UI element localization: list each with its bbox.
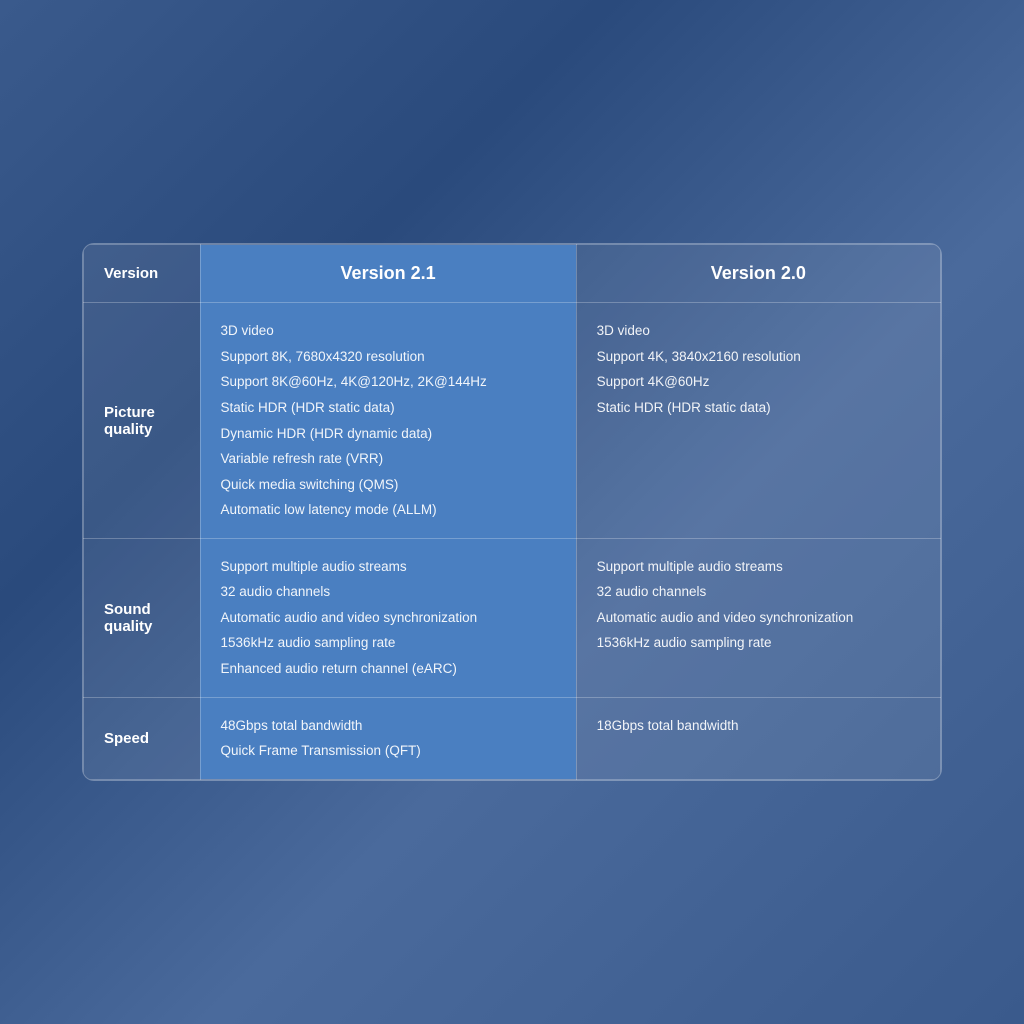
row-v21-2: 48Gbps total bandwidth Quick Frame Transm… xyxy=(200,697,576,779)
header-version-21: Version 2.1 xyxy=(200,245,576,303)
list-item: Automatic low latency mode (ALLM) xyxy=(221,500,556,520)
list-item: Support multiple audio streams xyxy=(221,557,556,577)
row-label-0: Picture quality xyxy=(84,303,201,539)
list-item: Automatic audio and video synchronizatio… xyxy=(221,608,556,628)
list-item: Support 4K, 3840x2160 resolution xyxy=(597,347,920,367)
row-v21-0: 3D video Support 8K, 7680x4320 resolution… xyxy=(200,303,576,539)
list-item: Static HDR (HDR static data) xyxy=(597,398,920,418)
row-label-2: Speed xyxy=(84,697,201,779)
list-item: 1536kHz audio sampling rate xyxy=(597,633,920,653)
header-version-label: Version xyxy=(84,245,201,303)
list-item: Automatic audio and video synchronizatio… xyxy=(597,608,920,628)
row-v20-2: 18Gbps total bandwidth xyxy=(576,697,940,779)
list-item: Quick Frame Transmission (QFT) xyxy=(221,741,556,761)
list-item: Support 4K@60Hz xyxy=(597,372,920,392)
comparison-table: Version Version 2.1 Version 2.0 Picture … xyxy=(83,244,941,779)
list-item: Enhanced audio return channel (eARC) xyxy=(221,659,556,679)
header-version-20: Version 2.0 xyxy=(576,245,940,303)
list-item: 3D video xyxy=(597,321,920,341)
list-item: 48Gbps total bandwidth xyxy=(221,716,556,736)
list-item: 1536kHz audio sampling rate xyxy=(221,633,556,653)
list-item: 32 audio channels xyxy=(597,582,920,602)
comparison-table-wrapper: Version Version 2.1 Version 2.0 Picture … xyxy=(82,243,942,780)
row-v21-1: Support multiple audio streams 32 audio c… xyxy=(200,538,576,697)
list-item: 18Gbps total bandwidth xyxy=(597,716,920,736)
list-item: Dynamic HDR (HDR dynamic data) xyxy=(221,424,556,444)
list-item: Quick media switching (QMS) xyxy=(221,475,556,495)
list-item: Support 8K, 7680x4320 resolution xyxy=(221,347,556,367)
row-label-1: Sound quality xyxy=(84,538,201,697)
row-v20-0: 3D video Support 4K, 3840x2160 resolution… xyxy=(576,303,940,539)
row-v20-1: Support multiple audio streams 32 audio c… xyxy=(576,538,940,697)
list-item: Variable refresh rate (VRR) xyxy=(221,449,556,469)
list-item: Support 8K@60Hz, 4K@120Hz, 2K@144Hz xyxy=(221,372,556,392)
list-item: Support multiple audio streams xyxy=(597,557,920,577)
list-item: 3D video xyxy=(221,321,556,341)
list-item: 32 audio channels xyxy=(221,582,556,602)
list-item: Static HDR (HDR static data) xyxy=(221,398,556,418)
